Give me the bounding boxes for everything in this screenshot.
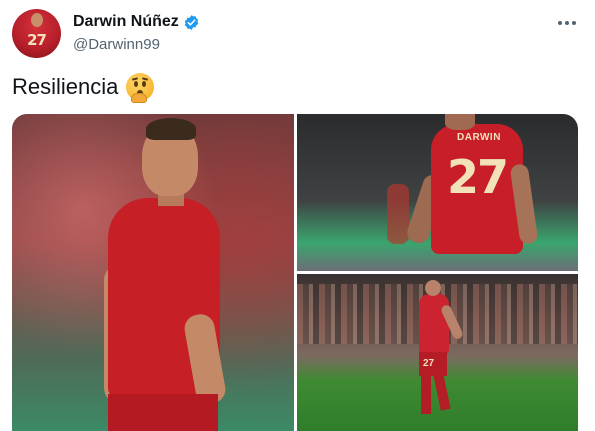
shorts-number: 27 [423,358,435,369]
avatar-head-shape [31,13,43,27]
media-grid: DARWIN 27 27 [12,114,578,431]
tweet-header: 27 Darwin Núñez @Darwinn99 [12,8,583,60]
media-image-3[interactable]: 27 [297,274,578,431]
verified-badge-icon [184,14,199,30]
user-handle[interactable]: @Darwinn99 [73,36,160,53]
background-player-shape [387,184,409,244]
avatar-number: 27 [27,31,47,49]
media-image-2[interactable]: DARWIN 27 [297,114,578,271]
player-shorts-shape [108,394,218,431]
player-hair-shape [146,118,196,140]
jersey-name: DARWIN [457,132,501,143]
name-row: Darwin Núñez [73,13,200,31]
tweet-text: Resiliencia [12,73,155,103]
tweet-body: Resiliencia [12,74,119,99]
shushing-face-emoji-icon [126,73,155,103]
player-leg-shape [433,373,451,411]
more-options-icon[interactable] [553,14,581,32]
player-jersey-shape [419,294,449,354]
player-head-shape [425,280,441,296]
avatar[interactable]: 27 [12,9,61,58]
display-name[interactable]: Darwin Núñez [73,13,179,31]
player-head-shape [445,114,475,130]
jersey-number: 27 [447,150,509,204]
media-image-1[interactable] [12,114,294,431]
player-leg-shape [421,374,431,414]
